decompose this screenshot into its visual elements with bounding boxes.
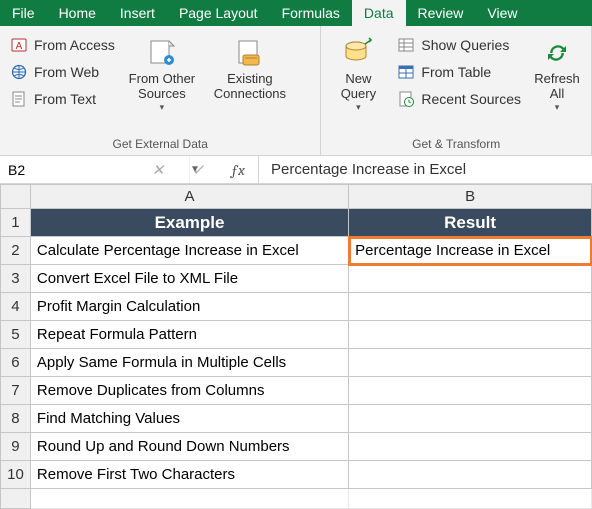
formula-bar: ▼ ✕ ✓ ƒx Percentage Increase in Excel — [0, 156, 592, 184]
cell-A8[interactable]: Find Matching Values — [30, 405, 348, 433]
access-icon: A — [10, 36, 28, 54]
chevron-down-icon: ▾ — [160, 102, 165, 113]
ribbon: A From Access From Web From Text From Ot… — [0, 26, 592, 156]
cell-B4[interactable] — [349, 293, 592, 321]
worksheet-grid: A B 1 Example Result 2 Calculate Percent… — [0, 184, 592, 509]
group-get-transform: New Query ▾ Show Queries From Table Rece… — [321, 26, 592, 155]
from-access-button[interactable]: A From Access — [6, 32, 119, 58]
cell-B9[interactable] — [349, 433, 592, 461]
cancel-button[interactable]: ✕ — [138, 161, 178, 179]
tab-file[interactable]: File — [0, 0, 47, 26]
recent-sources-button[interactable]: Recent Sources — [393, 86, 525, 112]
existing-connections-button[interactable]: Existing Connections — [205, 32, 295, 102]
from-text-label: From Text — [34, 91, 96, 107]
row-header-7[interactable]: 7 — [1, 377, 31, 405]
other-sources-icon — [145, 36, 179, 70]
text-file-icon — [10, 90, 28, 108]
row-header-5[interactable]: 5 — [1, 321, 31, 349]
chevron-down-icon: ▾ — [555, 102, 560, 113]
row-header-11[interactable] — [1, 489, 31, 509]
cell-B2[interactable]: Percentage Increase in Excel — [349, 237, 592, 265]
col-header-B[interactable]: B — [349, 185, 592, 209]
cell-A4[interactable]: Profit Margin Calculation — [30, 293, 348, 321]
tab-home[interactable]: Home — [47, 0, 108, 26]
select-all-corner[interactable] — [1, 185, 31, 209]
from-table-button[interactable]: From Table — [393, 59, 525, 85]
tab-insert[interactable]: Insert — [108, 0, 167, 26]
row-header-8[interactable]: 8 — [1, 405, 31, 433]
new-query-button[interactable]: New Query ▾ — [327, 32, 389, 113]
from-other-sources-label: From Other Sources — [129, 72, 195, 102]
cell-A5[interactable]: Repeat Formula Pattern — [30, 321, 348, 349]
tab-view[interactable]: View — [475, 0, 529, 26]
row-header-6[interactable]: 6 — [1, 349, 31, 377]
row-header-2[interactable]: 2 — [1, 237, 31, 265]
tab-bar: File Home Insert Page Layout Formulas Da… — [0, 0, 592, 26]
recent-sources-label: Recent Sources — [421, 91, 521, 107]
group-label-transform: Get & Transform — [321, 135, 591, 155]
web-icon — [10, 63, 28, 81]
cell-B11[interactable] — [349, 489, 592, 509]
enter-button[interactable]: ✓ — [178, 161, 218, 179]
cell-B1[interactable]: Result — [349, 209, 592, 237]
from-text-button[interactable]: From Text — [6, 86, 119, 112]
svg-text:A: A — [16, 41, 23, 52]
new-query-label: New Query — [341, 72, 376, 102]
existing-connections-label: Existing Connections — [214, 72, 286, 102]
cell-A3[interactable]: Convert Excel File to XML File — [30, 265, 348, 293]
from-table-icon — [397, 63, 415, 81]
recent-sources-icon — [397, 90, 415, 108]
cell-A11[interactable] — [30, 489, 348, 509]
cell-A7[interactable]: Remove Duplicates from Columns — [30, 377, 348, 405]
cell-B10[interactable] — [349, 461, 592, 489]
cell-A1[interactable]: Example — [30, 209, 348, 237]
cell-A10[interactable]: Remove First Two Characters — [30, 461, 348, 489]
from-table-label: From Table — [421, 64, 491, 80]
from-web-label: From Web — [34, 64, 99, 80]
group-label-external: Get External Data — [0, 135, 320, 155]
row-header-10[interactable]: 10 — [1, 461, 31, 489]
cell-A6[interactable]: Apply Same Formula in Multiple Cells — [30, 349, 348, 377]
show-queries-icon — [397, 36, 415, 54]
name-box[interactable]: ▼ — [0, 156, 138, 183]
cell-B6[interactable] — [349, 349, 592, 377]
group-get-external-data: A From Access From Web From Text From Ot… — [0, 26, 321, 155]
refresh-icon — [540, 36, 574, 70]
show-queries-button[interactable]: Show Queries — [393, 32, 525, 58]
refresh-all-label: Refresh All — [534, 72, 580, 102]
existing-connections-icon — [233, 36, 267, 70]
tab-page-layout[interactable]: Page Layout — [167, 0, 270, 26]
cell-B3[interactable] — [349, 265, 592, 293]
tab-review[interactable]: Review — [406, 0, 476, 26]
from-web-button[interactable]: From Web — [6, 59, 119, 85]
show-queries-label: Show Queries — [421, 37, 509, 53]
fx-button[interactable]: ƒx — [218, 161, 258, 179]
cell-A2[interactable]: Calculate Percentage Increase in Excel — [30, 237, 348, 265]
chevron-down-icon: ▾ — [356, 102, 361, 113]
tab-formulas[interactable]: Formulas — [270, 0, 352, 26]
formula-value[interactable]: Percentage Increase in Excel — [259, 161, 592, 178]
from-access-label: From Access — [34, 37, 115, 53]
row-header-3[interactable]: 3 — [1, 265, 31, 293]
new-query-icon — [341, 36, 375, 70]
row-header-9[interactable]: 9 — [1, 433, 31, 461]
col-header-A[interactable]: A — [30, 185, 348, 209]
row-header-1[interactable]: 1 — [1, 209, 31, 237]
row-header-4[interactable]: 4 — [1, 293, 31, 321]
refresh-all-button[interactable]: Refresh All ▾ — [529, 32, 585, 113]
cell-B8[interactable] — [349, 405, 592, 433]
cell-B7[interactable] — [349, 377, 592, 405]
tab-data[interactable]: Data — [352, 0, 406, 26]
from-other-sources-button[interactable]: From Other Sources ▾ — [123, 32, 201, 113]
cell-B5[interactable] — [349, 321, 592, 349]
cell-A9[interactable]: Round Up and Round Down Numbers — [30, 433, 348, 461]
